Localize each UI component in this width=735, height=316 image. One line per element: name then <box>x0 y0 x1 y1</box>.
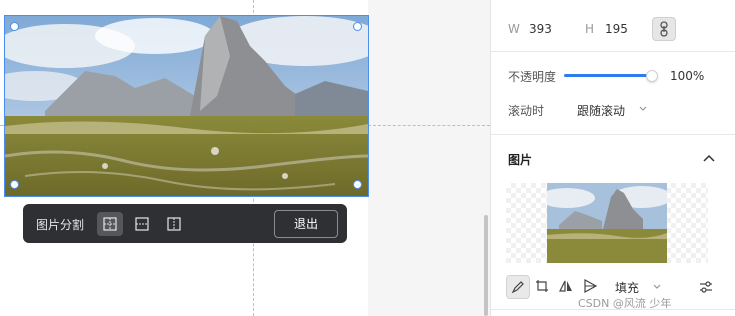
chevron-down-icon[interactable] <box>639 106 647 112</box>
aspect-lock-button[interactable] <box>652 17 676 41</box>
design-canvas[interactable]: 图片分割 退出 <box>0 0 490 316</box>
landscape-image <box>5 16 368 196</box>
resize-handle-bottom-right[interactable] <box>353 180 362 189</box>
opacity-slider-fill[interactable] <box>564 74 654 77</box>
rotate-icon <box>584 279 597 293</box>
image-section-title: 图片 <box>508 153 533 167</box>
crop-tool-button[interactable] <box>531 275 553 297</box>
resize-handle-top-right[interactable] <box>353 22 362 31</box>
canvas-scrollbar[interactable] <box>484 215 488 316</box>
rotate-tool-button[interactable] <box>579 275 601 297</box>
grid-split-icon <box>103 217 117 231</box>
grid-split-button[interactable] <box>97 212 123 236</box>
crop-icon <box>536 280 548 292</box>
height-label: H <box>585 22 595 36</box>
horizontal-guide <box>368 125 490 126</box>
watermark-text: CSDN @风流 少年 <box>578 297 672 310</box>
chevron-up-icon[interactable] <box>703 154 715 162</box>
selected-image[interactable] <box>4 15 369 197</box>
horizontal-split-icon <box>135 217 149 231</box>
opacity-label: 不透明度 <box>508 70 557 84</box>
flip-icon <box>559 280 572 292</box>
horizontal-split-button[interactable] <box>129 212 155 236</box>
section-divider <box>491 51 735 52</box>
link-icon <box>660 21 668 37</box>
fill-mode-select[interactable]: 填充 <box>615 279 639 296</box>
sliders-icon[interactable] <box>699 280 713 294</box>
pen-tool-button[interactable] <box>506 275 530 299</box>
vertical-split-icon <box>167 217 181 231</box>
width-label: W <box>508 22 520 36</box>
flip-tool-button[interactable] <box>555 275 577 297</box>
resize-handle-top-left[interactable] <box>10 22 19 31</box>
resize-handle-bottom-left[interactable] <box>10 180 19 189</box>
exit-split-button[interactable]: 退出 <box>274 210 338 238</box>
width-input[interactable]: 393 <box>529 22 552 36</box>
image-preview[interactable] <box>506 183 708 263</box>
section-divider <box>491 134 735 135</box>
scroll-behavior-select[interactable]: 跟随滚动 <box>577 102 625 119</box>
split-toolbar-label: 图片分割 <box>36 218 85 232</box>
properties-panel: W 393 H 195 不透明度 100% 滚动时 跟随滚动 图片 填充 <box>490 0 735 316</box>
preview-thumbnail <box>547 183 667 263</box>
image-split-toolbar: 图片分割 退出 <box>23 204 347 243</box>
height-input[interactable]: 195 <box>605 22 628 36</box>
vertical-split-button[interactable] <box>161 212 187 236</box>
opacity-slider-knob[interactable] <box>646 70 658 82</box>
chevron-down-icon[interactable] <box>653 284 661 290</box>
opacity-value[interactable]: 100% <box>670 69 704 83</box>
pen-icon <box>511 281 524 294</box>
scroll-behavior-label: 滚动时 <box>508 104 545 118</box>
